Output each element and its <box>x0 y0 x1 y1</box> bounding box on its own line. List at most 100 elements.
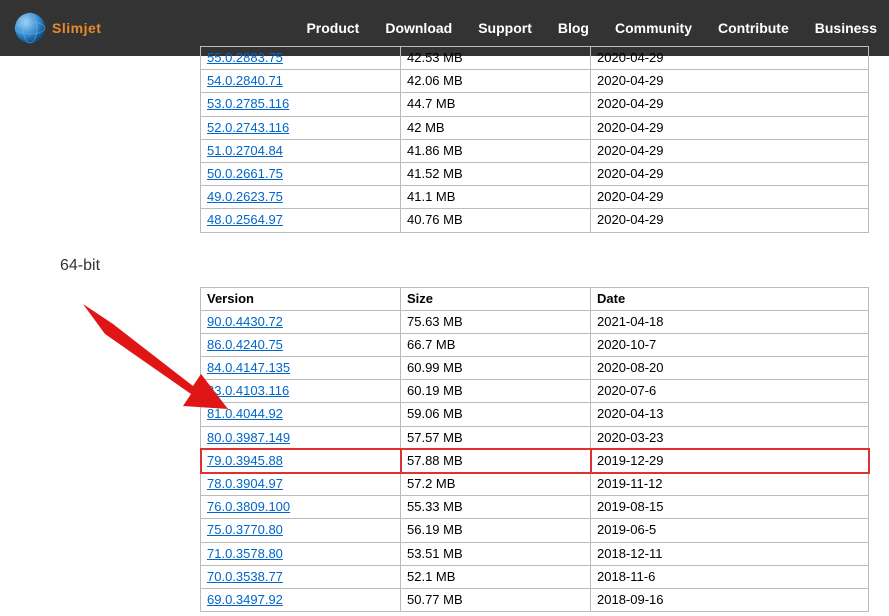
downloads-table-32bit: 55.0.2883.7542.53 MB2020-04-2954.0.2840.… <box>200 46 869 233</box>
cell-date: 2020-04-13 <box>591 403 869 426</box>
table-row: 86.0.4240.75 66.7 MB2020-10-7 <box>201 333 869 356</box>
cell-date: 2020-04-29 <box>591 70 869 93</box>
main-nav: Product Download Support Blog Community … <box>306 20 877 36</box>
cell-size: 57.57 MB <box>401 426 591 449</box>
cell-size: 41.1 MB <box>401 186 591 209</box>
cell-date: 2020-04-29 <box>591 209 869 232</box>
cell-size: 50.77 MB <box>401 588 591 611</box>
cell-size: 56.19 MB <box>401 519 591 542</box>
version-link[interactable]: 75.0.3770.80 <box>207 522 283 537</box>
cell-size: 42.06 MB <box>401 70 591 93</box>
site-logo[interactable]: Slimjet <box>12 10 101 46</box>
cell-size: 42 MB <box>401 116 591 139</box>
cell-date: 2020-04-29 <box>591 186 869 209</box>
cell-date: 2020-04-29 <box>591 162 869 185</box>
cell-size: 40.76 MB <box>401 209 591 232</box>
version-link[interactable]: 48.0.2564.97 <box>207 212 283 227</box>
cell-date: 2020-03-23 <box>591 426 869 449</box>
table-row: 78.0.3904.9757.2 MB2019-11-12 <box>201 473 869 496</box>
table-row: 71.0.3578.8053.51 MB2018-12-11 <box>201 542 869 565</box>
nav-community[interactable]: Community <box>615 20 692 36</box>
cell-date: 2020-04-29 <box>591 116 869 139</box>
version-link[interactable]: 76.0.3809.100 <box>207 499 290 514</box>
cell-size: 44.7 MB <box>401 93 591 116</box>
table-row: 75.0.3770.80 56.19 MB2019-06-5 <box>201 519 869 542</box>
version-link[interactable]: 71.0.3578.80 <box>207 546 283 561</box>
cell-date: 2020-07-6 <box>591 380 869 403</box>
version-link[interactable]: 53.0.2785.116 <box>207 96 289 111</box>
downloads-table-64bit: Version Size Date 90.0.4430.7275.63 MB20… <box>200 287 869 613</box>
version-link[interactable]: 79.0.3945.88 <box>207 453 283 468</box>
cell-size: 75.63 MB <box>401 310 591 333</box>
table-row: 49.0.2623.75 41.1 MB2020-04-29 <box>201 186 869 209</box>
cell-date: 2018-12-11 <box>591 542 869 565</box>
cell-size: 52.1 MB <box>401 565 591 588</box>
table-row: 54.0.2840.71 42.06 MB2020-04-29 <box>201 70 869 93</box>
table-row: 53.0.2785.116 44.7 MB2020-04-29 <box>201 93 869 116</box>
table-row: 70.0.3538.77 52.1 MB2018-11-6 <box>201 565 869 588</box>
cell-size: 60.99 MB <box>401 357 591 380</box>
cell-date: 2019-06-5 <box>591 519 869 542</box>
table-row: 83.0.4103.116 60.19 MB2020-07-6 <box>201 380 869 403</box>
brand-name: Slimjet <box>52 20 101 36</box>
cell-date: 2018-09-16 <box>591 588 869 611</box>
table-row: 76.0.3809.100 55.33 MB2019-08-15 <box>201 496 869 519</box>
version-link[interactable]: 90.0.4430.72 <box>207 314 283 329</box>
version-link[interactable]: 54.0.2840.71 <box>207 73 283 88</box>
table-row: 79.0.3945.88 57.88 MB2019-12-29 <box>201 449 869 472</box>
table-row: 48.0.2564.97 40.76 MB2020-04-29 <box>201 209 869 232</box>
version-link[interactable]: 51.0.2704.84 <box>207 143 283 158</box>
cell-date: 2021-04-18 <box>591 310 869 333</box>
table-row: 81.0.4044.92 59.06 MB2020-04-13 <box>201 403 869 426</box>
cell-size: 41.86 MB <box>401 139 591 162</box>
cell-date: 2020-10-7 <box>591 333 869 356</box>
version-link[interactable]: 84.0.4147.135 <box>207 360 290 375</box>
cell-size: 41.52 MB <box>401 162 591 185</box>
cell-date: 2019-11-12 <box>591 473 869 496</box>
cell-size: 59.06 MB <box>401 403 591 426</box>
cell-date: 2020-04-29 <box>591 139 869 162</box>
cell-size: 55.33 MB <box>401 496 591 519</box>
page-content: 55.0.2883.7542.53 MB2020-04-2954.0.2840.… <box>0 56 889 616</box>
cell-date: 2020-08-20 <box>591 357 869 380</box>
col-header-date: Date <box>591 287 869 310</box>
cell-size: 60.19 MB <box>401 380 591 403</box>
cell-date: 2019-08-15 <box>591 496 869 519</box>
table-row: 69.0.3497.92 50.77 MB2018-09-16 <box>201 588 869 611</box>
cell-date: 2020-04-29 <box>591 93 869 116</box>
version-link[interactable]: 83.0.4103.116 <box>207 383 289 398</box>
version-link[interactable]: 52.0.2743.116 <box>207 120 289 135</box>
col-header-size: Size <box>401 287 591 310</box>
version-link[interactable]: 70.0.3538.77 <box>207 569 283 584</box>
version-link[interactable]: 81.0.4044.92 <box>207 406 283 421</box>
version-link[interactable]: 78.0.3904.97 <box>207 476 283 491</box>
table-row: 52.0.2743.116 42 MB2020-04-29 <box>201 116 869 139</box>
cell-size: 42.53 MB <box>401 47 591 70</box>
table-row: 90.0.4430.72 75.63 MB2021-04-18 <box>201 310 869 333</box>
table-row: 50.0.2661.75 41.52 MB2020-04-29 <box>201 162 869 185</box>
version-link[interactable]: 80.0.3987.149 <box>207 430 290 445</box>
table-row: 80.0.3987.149 57.57 MB2020-03-23 <box>201 426 869 449</box>
nav-business[interactable]: Business <box>815 20 877 36</box>
nav-product[interactable]: Product <box>306 20 359 36</box>
section-heading-64bit: 64-bit <box>60 257 889 275</box>
version-link[interactable]: 49.0.2623.75 <box>207 189 283 204</box>
nav-blog[interactable]: Blog <box>558 20 589 36</box>
cell-date: 2019-12-29 <box>591 449 869 472</box>
globe-icon <box>12 10 48 46</box>
nav-support[interactable]: Support <box>478 20 532 36</box>
table-header-row: Version Size Date <box>201 287 869 310</box>
table-row: 51.0.2704.84 41.86 MB2020-04-29 <box>201 139 869 162</box>
version-link[interactable]: 55.0.2883.75 <box>207 50 283 65</box>
cell-date: 2020-04-29 <box>591 47 869 70</box>
version-link[interactable]: 86.0.4240.75 <box>207 337 283 352</box>
nav-download[interactable]: Download <box>385 20 452 36</box>
table-row: 84.0.4147.135 60.99 MB2020-08-20 <box>201 357 869 380</box>
cell-date: 2018-11-6 <box>591 565 869 588</box>
cell-size: 66.7 MB <box>401 333 591 356</box>
nav-contribute[interactable]: Contribute <box>718 20 789 36</box>
version-link[interactable]: 69.0.3497.92 <box>207 592 283 607</box>
table-row: 55.0.2883.75 42.53 MB2020-04-29 <box>201 47 869 70</box>
cell-size: 57.88 MB <box>401 449 591 472</box>
version-link[interactable]: 50.0.2661.75 <box>207 166 283 181</box>
